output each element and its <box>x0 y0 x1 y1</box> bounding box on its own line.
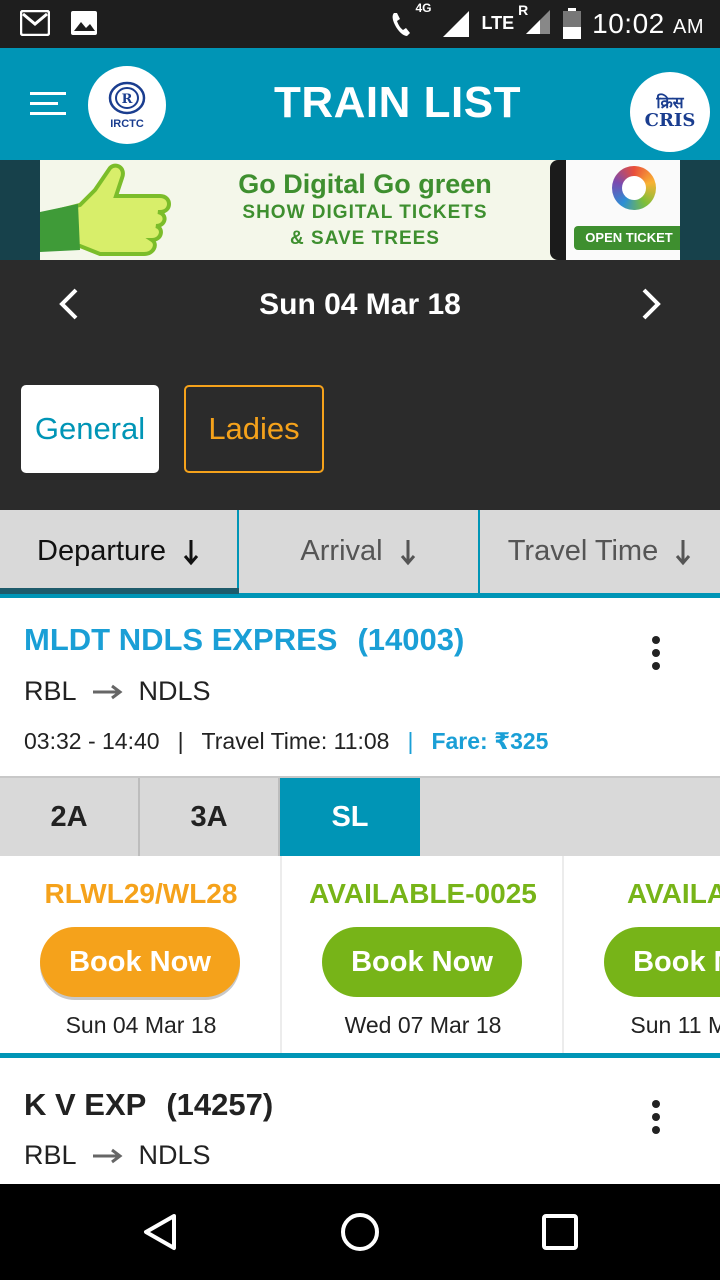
book-now-button[interactable]: Book Now <box>604 927 720 997</box>
from-station: RBL <box>24 1140 77 1170</box>
irctc-emblem-icon: R <box>108 81 146 115</box>
class-tab-sl[interactable]: SL <box>280 778 420 856</box>
sort-tab-label: Arrival <box>300 535 383 567</box>
active-tab-indicator <box>0 588 239 594</box>
thumbs-up-icon <box>40 163 171 256</box>
sort-tab-travel-time[interactable]: Travel Time <box>480 510 720 593</box>
network-4g-label: 4G <box>415 0 432 15</box>
to-station: NDLS <box>138 1140 211 1170</box>
book-now-button[interactable]: Book Now <box>322 927 522 997</box>
arrow-right-icon <box>92 684 123 699</box>
banner-text: Go Digital Go green SHOW DIGITAL TICKETS… <box>180 168 550 252</box>
train-route: RBL NDLS <box>24 1140 211 1171</box>
fare: Fare: ₹325 <box>431 728 549 754</box>
sort-tab-departure[interactable]: Departure <box>0 510 239 594</box>
signal-icon <box>443 10 470 37</box>
svg-text:R: R <box>122 92 133 107</box>
to-station: NDLS <box>138 676 211 706</box>
home-icon[interactable] <box>338 1210 382 1254</box>
train-number: (14257) <box>166 1087 274 1122</box>
menu-icon[interactable] <box>30 92 66 118</box>
sort-tabs: Departure Arrival Travel Time <box>0 510 720 598</box>
roaming-label: R <box>518 2 529 18</box>
app-bar: R IRCTC TRAIN LIST क्रिस CRIS <box>0 48 720 160</box>
arrow-down-icon <box>400 539 415 565</box>
sort-tab-label: Travel Time <box>507 535 659 567</box>
banner-line-2: SHOW DIGITAL TICKETS <box>242 202 488 223</box>
class-tab-3a[interactable]: 3A <box>140 778 280 856</box>
quota-general-button[interactable]: General <box>21 385 159 473</box>
class-tabs: 2A 3A SL <box>0 776 720 856</box>
availability-status: AVAILABLE <box>626 878 720 909</box>
availability-date: Wed 07 Mar 18 <box>344 1012 502 1038</box>
banner-line-1: Go Digital Go green <box>238 169 492 199</box>
volte-call-icon: 4G <box>389 1 431 39</box>
battery-icon <box>563 7 582 39</box>
arrow-right-icon <box>92 1148 123 1163</box>
recents-icon[interactable] <box>538 1210 582 1254</box>
more-options-icon[interactable] <box>646 1100 666 1140</box>
cris-logo: क्रिस CRIS <box>630 72 710 152</box>
irctc-logo-text: IRCTC <box>110 118 144 130</box>
cris-logo-text: CRIS <box>644 110 696 131</box>
date-navigator: Sun 04 Mar 18 <box>0 260 720 350</box>
more-options-icon[interactable] <box>646 636 666 676</box>
availability-status: RLWL29/WL28 <box>44 878 238 909</box>
clock: 10:02 AM <box>592 7 704 39</box>
irctc-logo: R IRCTC <box>88 66 166 144</box>
availability-date: Sun 11 Mar 18 <box>630 1012 720 1038</box>
arrow-down-icon <box>183 539 199 565</box>
promo-banner[interactable]: Go Digital Go green SHOW DIGITAL TICKETS… <box>0 160 720 260</box>
train-number: (14003) <box>357 622 465 657</box>
train-name[interactable]: K V EXP (14257) <box>24 1087 273 1123</box>
train-name[interactable]: MLDT NDLS EXPRES (14003) <box>24 622 464 658</box>
availability-status: AVAILABLE-0025 <box>309 878 537 909</box>
page-title: TRAIN LIST <box>274 78 521 127</box>
availability-item: AVAILABLE Book Now Sun 11 Mar 18 <box>564 856 720 1053</box>
signal-icon <box>526 10 551 34</box>
network-lte-label: LTE <box>481 13 515 33</box>
app-logo-icon <box>612 166 656 210</box>
image-icon <box>71 11 97 35</box>
availability-list[interactable]: RLWL29/WL28 Book Now Sun 04 Mar 18 AVAIL… <box>0 856 720 1058</box>
chevron-right-icon[interactable] <box>630 284 670 324</box>
selected-date[interactable]: Sun 04 Mar 18 <box>160 288 560 322</box>
status-bar: 4G LTE R 10:02 AM <box>0 0 720 48</box>
from-station: RBL <box>24 676 77 706</box>
chevron-left-icon[interactable] <box>50 284 90 324</box>
arrow-down-icon <box>676 539 691 565</box>
gmail-icon <box>20 10 50 36</box>
system-nav-bar <box>0 1184 720 1280</box>
quota-selector: General Ladies <box>0 350 720 510</box>
sort-tab-label: Departure <box>37 535 166 567</box>
availability-item: RLWL29/WL28 Book Now Sun 04 Mar 18 <box>0 856 282 1053</box>
availability-date: Sun 04 Mar 18 <box>65 1012 217 1038</box>
back-icon[interactable] <box>138 1210 182 1254</box>
banner-line-3: & SAVE TREES <box>290 228 440 249</box>
book-now-button[interactable]: Book Now <box>40 927 240 997</box>
sort-tab-arrival[interactable]: Arrival <box>239 510 480 593</box>
quota-ladies-button[interactable]: Ladies <box>184 385 324 473</box>
phone-illustration: OPEN TICKET <box>550 160 680 260</box>
departure-arrival-time: 03:32 - 14:40 <box>24 728 160 754</box>
availability-item: AVAILABLE-0025 Book Now Wed 07 Mar 18 <box>282 856 564 1053</box>
open-ticket-label: OPEN TICKET <box>574 226 680 250</box>
train-route: RBL NDLS <box>24 676 211 707</box>
travel-time: Travel Time: 11:08 <box>201 728 390 754</box>
train-timing: 03:32 - 14:40 | Travel Time: 11:08 | Fare: ₹… <box>24 728 549 754</box>
class-tab-2a[interactable]: 2A <box>0 778 140 856</box>
